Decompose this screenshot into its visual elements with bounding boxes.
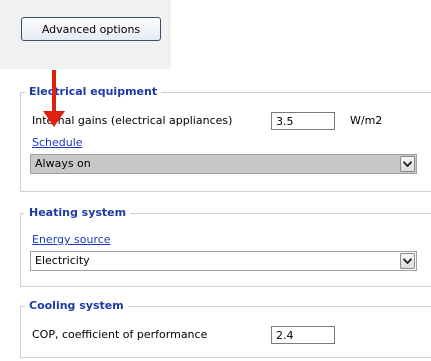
advanced-options-button[interactable]: Advanced options [21, 17, 161, 41]
cooling-system-title: Cooling system [25, 299, 128, 313]
internal-gains-input[interactable] [271, 112, 335, 130]
energy-source-dropdown-value: Electricity [35, 254, 90, 267]
schedule-link[interactable]: Schedule [32, 136, 83, 150]
internal-gains-unit: W/m2 [350, 114, 383, 127]
heating-system-group: Heating system Energy source Electricity [20, 206, 431, 287]
cop-input[interactable] [271, 326, 335, 344]
chevron-down-icon[interactable] [400, 156, 415, 172]
chevron-down-icon[interactable] [400, 253, 415, 269]
energy-source-link[interactable]: Energy source [32, 233, 111, 247]
electrical-equipment-title: Electrical equipment [25, 85, 162, 99]
settings-panel: Electrical equipment Internal gains (ele… [0, 69, 431, 361]
energy-source-dropdown[interactable]: Electricity [30, 251, 417, 271]
cop-label: COP, coefficient of performance [32, 328, 208, 341]
schedule-dropdown-value: Always on [35, 157, 91, 170]
heating-system-title: Heating system [25, 206, 131, 220]
electrical-equipment-group: Electrical equipment Internal gains (ele… [20, 85, 431, 192]
schedule-dropdown[interactable]: Always on [30, 154, 417, 174]
cooling-system-group: Cooling system COP, coefficient of perfo… [20, 299, 431, 358]
internal-gains-label: Internal gains (electrical appliances) [32, 114, 233, 127]
toolbar-area: Advanced options [0, 0, 171, 69]
